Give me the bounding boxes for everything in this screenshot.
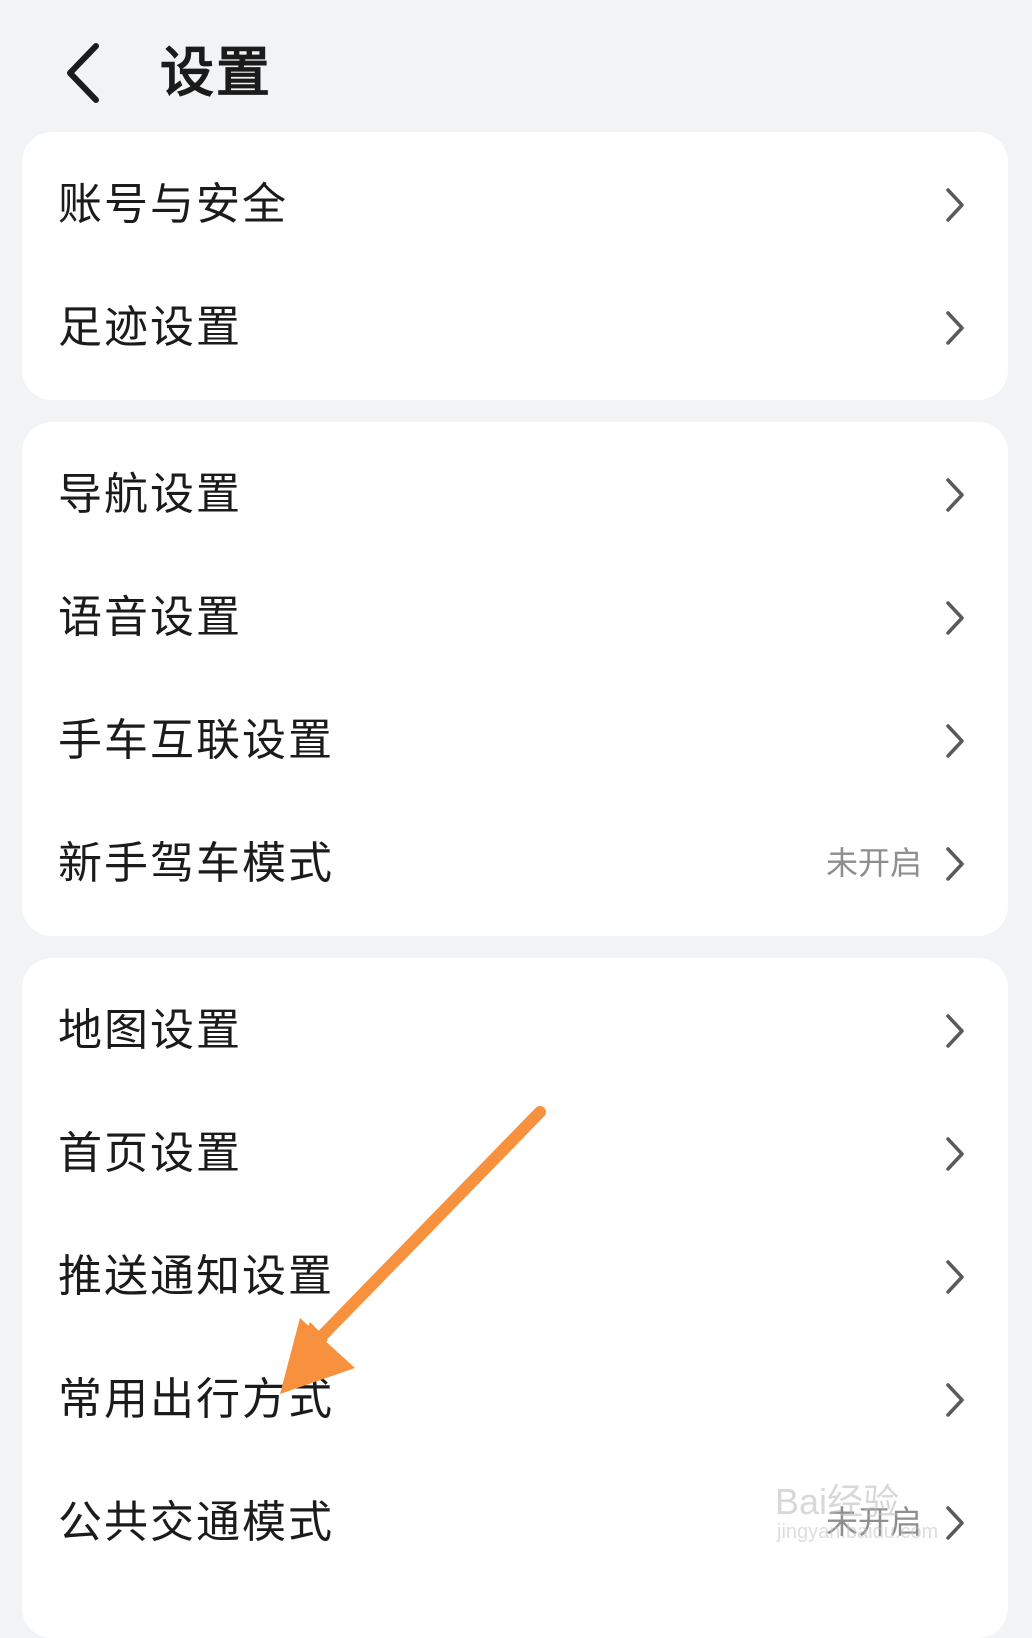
chevron-right-icon [946, 478, 964, 512]
page-title: 设置 [160, 41, 272, 104]
app-header: 设置 [0, 0, 1032, 135]
chevron-right-icon [946, 1014, 964, 1048]
back-button[interactable] [58, 38, 118, 108]
row-navigation-settings[interactable]: 导航设置 [22, 432, 1008, 557]
row-home-settings[interactable]: 首页设置 [22, 1091, 1008, 1216]
row-label: 足迹设置 [58, 302, 242, 353]
chevron-right-icon [946, 188, 964, 222]
watermark-url: jingyan.baidu.com [777, 1521, 939, 1543]
row-label: 导航设置 [58, 469, 242, 520]
chevron-right-icon [946, 311, 964, 345]
chevron-left-icon [67, 43, 99, 103]
row-label: 常用出行方式 [58, 1374, 334, 1425]
watermark: Bai经验 jingyan.baidu.com [775, 1455, 975, 1555]
row-label: 新手驾车模式 [58, 838, 334, 889]
chevron-right-icon [946, 724, 964, 758]
chevron-right-icon [946, 1137, 964, 1171]
chevron-right-icon [946, 847, 964, 881]
settings-group-account: 账号与安全 足迹设置 [22, 132, 1008, 400]
row-footprint-settings[interactable]: 足迹设置 [22, 265, 1008, 390]
row-label: 公共交通模式 [58, 1497, 334, 1548]
row-label: 语音设置 [58, 592, 242, 643]
row-label: 推送通知设置 [58, 1251, 334, 1302]
row-label: 首页设置 [58, 1128, 242, 1179]
row-push-notification-settings[interactable]: 推送通知设置 [22, 1214, 1008, 1339]
row-status: 未开启 [825, 844, 922, 882]
row-account-security[interactable]: 账号与安全 [22, 142, 1008, 267]
row-common-travel-mode[interactable]: 常用出行方式 [22, 1337, 1008, 1462]
row-label: 地图设置 [58, 1005, 242, 1056]
chevron-right-icon [946, 1260, 964, 1294]
chevron-right-icon [946, 1383, 964, 1417]
row-novice-driving-mode[interactable]: 新手驾车模式 未开启 [22, 801, 1008, 926]
row-voice-settings[interactable]: 语音设置 [22, 555, 1008, 680]
row-label: 手车互联设置 [58, 715, 334, 766]
row-phone-car-link-settings[interactable]: 手车互联设置 [22, 678, 1008, 803]
chevron-right-icon [946, 601, 964, 635]
row-map-settings[interactable]: 地图设置 [22, 968, 1008, 1093]
row-label: 账号与安全 [58, 179, 288, 230]
watermark-logo: Bai经验 [775, 1481, 900, 1522]
settings-group-navigation: 导航设置 语音设置 手车互联设置 新手驾车模式 未开启 [22, 422, 1008, 936]
